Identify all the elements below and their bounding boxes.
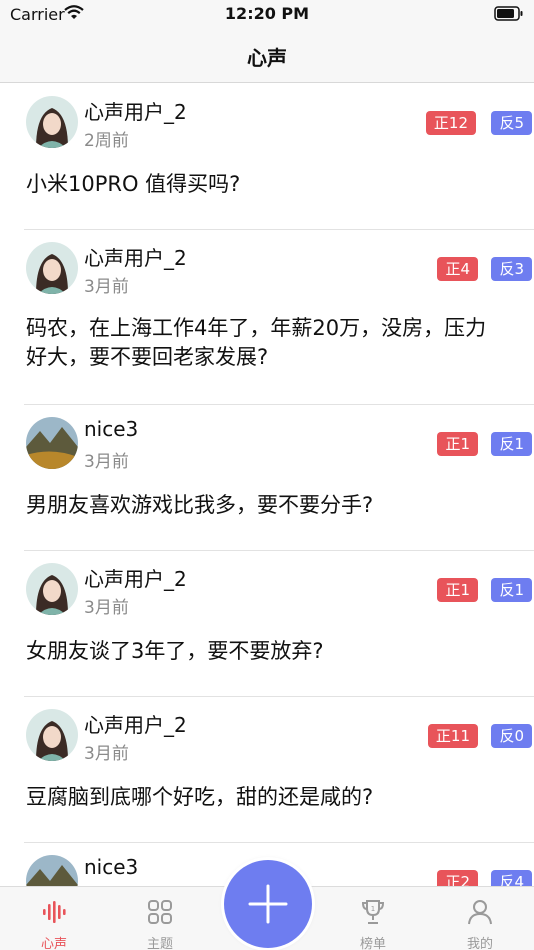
battery-icon [494, 6, 524, 26]
post-item[interactable]: 心声用户_2 3月前 正11 反0 豆腐脑到底哪个好吃，甜的还是咸的? [24, 697, 534, 843]
post-item[interactable]: 心声用户_2 3月前 正4 反3 码农，在上海工作4年了，年薪20万，没房，压力… [24, 230, 534, 405]
clock: 12:20 PM [224, 4, 310, 23]
post-time: 3月前 [84, 744, 129, 764]
tab-topics[interactable]: 主题 [120, 887, 200, 950]
compose-button[interactable] [224, 860, 312, 948]
post-item[interactable]: nice3 3月前 正1 反1 男朋友喜欢游戏比我多，要不要分手? [24, 405, 534, 551]
avatar[interactable] [26, 417, 78, 469]
tab-label: 榜单 [359, 937, 386, 950]
author-name[interactable]: nice3 [84, 855, 138, 879]
status-bar: Carrier 12:20 PM [0, 0, 534, 30]
downvote-badge[interactable]: 反1 [491, 578, 532, 602]
post-question[interactable]: 码农，在上海工作4年了，年薪20万，没房，压力好大，要不要回老家发展? [26, 314, 506, 372]
profile-icon [467, 899, 493, 925]
downvote-badge[interactable]: 反1 [491, 432, 532, 456]
tab-ranking[interactable]: 1 榜单 [333, 887, 413, 950]
plus-icon [248, 884, 288, 924]
tab-voice[interactable]: 心声 [14, 887, 94, 950]
downvote-badge[interactable]: 反3 [491, 257, 532, 281]
avatar[interactable] [26, 709, 78, 761]
upvote-badge[interactable]: 正11 [427, 724, 478, 748]
avatar[interactable] [26, 242, 78, 294]
post-item[interactable]: 心声用户_2 3月前 正1 反1 女朋友谈了3年了，要不要放弃? [24, 551, 534, 697]
tab-mine[interactable]: 我的 [440, 887, 520, 950]
upvote-badge[interactable]: 正1 [437, 578, 478, 602]
author-name[interactable]: 心声用户_2 [84, 242, 187, 271]
post-time: 3月前 [84, 598, 129, 618]
downvote-badge[interactable]: 反0 [491, 724, 532, 748]
post-time: 3月前 [84, 452, 129, 472]
author-name[interactable]: 心声用户_2 [84, 96, 187, 125]
post-question[interactable]: 男朋友喜欢游戏比我多，要不要分手? [26, 491, 506, 520]
avatar[interactable] [26, 563, 78, 615]
tab-label: 心声 [40, 937, 67, 950]
upvote-badge[interactable]: 正4 [437, 257, 478, 281]
page-title: 心声 [247, 46, 287, 70]
avatar[interactable] [26, 96, 78, 148]
tab-label: 我的 [466, 937, 493, 950]
trophy-icon: 1 [360, 899, 386, 925]
svg-text:1: 1 [371, 905, 375, 913]
author-name[interactable]: 心声用户_2 [84, 709, 187, 738]
author-name[interactable]: nice3 [84, 417, 138, 441]
post-question[interactable]: 豆腐脑到底哪个好吃，甜的还是咸的? [26, 783, 506, 812]
grid-icon [147, 899, 173, 925]
voice-wave-icon [41, 899, 67, 925]
post-time: 3月前 [84, 277, 129, 297]
post-question[interactable]: 女朋友谈了3年了，要不要放弃? [26, 637, 506, 666]
upvote-badge[interactable]: 正12 [425, 111, 476, 135]
avatar[interactable] [26, 855, 78, 888]
post-time: 2周前 [84, 131, 129, 151]
upvote-badge[interactable]: 正1 [437, 432, 478, 456]
post-feed[interactable]: 心声用户_2 2周前 正12 反5 小米10PRO 值得买吗? 心声用户_2 3… [0, 84, 534, 888]
navigation-bar: 心声 [0, 30, 534, 83]
downvote-badge[interactable]: 反5 [491, 111, 532, 135]
author-name[interactable]: 心声用户_2 [84, 563, 187, 592]
post-item[interactable]: 心声用户_2 2周前 正12 反5 小米10PRO 值得买吗? [24, 84, 534, 230]
post-question[interactable]: 小米10PRO 值得买吗? [26, 170, 506, 199]
tab-label: 主题 [146, 937, 173, 950]
